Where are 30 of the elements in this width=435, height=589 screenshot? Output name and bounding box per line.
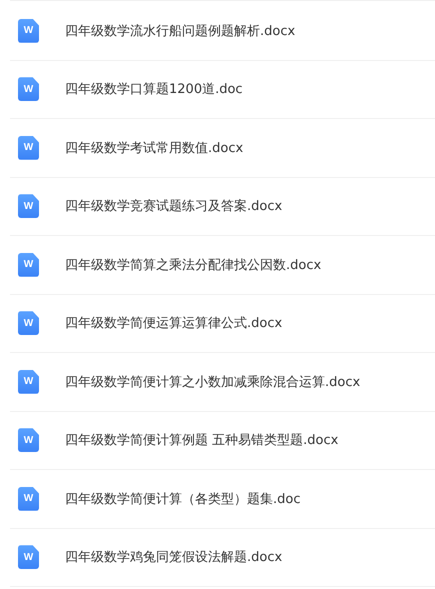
file-name: 四年级数学简便计算例题 五种易错类型题.docx [65,432,338,450]
file-row[interactable]: W 四年级数学简便计算例题 五种易错类型题.docx [10,412,435,470]
word-document-icon: W [18,194,39,218]
word-document-icon: W [18,136,39,160]
file-row[interactable]: W 四年级数学简便运算运算律公式.docx [10,294,435,353]
file-row[interactable]: W 四年级数学简便计算（各类型）题集.doc [10,470,435,528]
file-row[interactable]: W 四年级数学竞赛试题练习及答案.docx [10,178,435,236]
file-name: 四年级数学竞赛试题练习及答案.docx [65,198,282,216]
word-document-icon: W [18,370,39,394]
word-document-icon: W [18,545,39,570]
file-row[interactable]: W 四年级数学鸡兔同笼假设法解题.docx [10,528,435,587]
file-name: 四年级数学简便运算运算律公式.docx [65,315,282,332]
file-row[interactable]: W 四年级数学考试常用数值.docx [10,119,435,178]
file-name: 四年级数学考试常用数值.docx [65,140,244,157]
file-name: 四年级数学简算之乘法分配律找公因数.docx [65,256,322,274]
file-row[interactable]: W 四年级数学口算题1200道.doc [10,60,435,119]
word-document-icon: W [18,486,39,511]
file-name: 四年级数学流水行船问题例题解析.docx [65,22,296,40]
word-document-icon: W [18,311,39,336]
file-row[interactable]: W 四年级数学简算之乘法分配律找公因数.docx [10,236,435,294]
file-name: 四年级数学鸡兔同笼假设法解题.docx [65,549,282,566]
file-name: 四年级数学简便计算之小数加减乘除混合运算.docx [65,374,360,391]
word-document-icon: W [18,428,39,452]
word-document-icon: W [18,18,39,43]
file-name: 四年级数学口算题1200道.doc [65,81,243,98]
word-document-icon: W [18,252,39,277]
word-document-icon: W [18,77,39,102]
file-name: 四年级数学简便计算（各类型）题集.doc [65,490,300,508]
file-row[interactable]: W 四年级数学简便计算之小数加减乘除混合运算.docx [10,353,435,412]
file-row[interactable]: W 四年级数学流水行船问题例题解析.docx [10,2,435,60]
